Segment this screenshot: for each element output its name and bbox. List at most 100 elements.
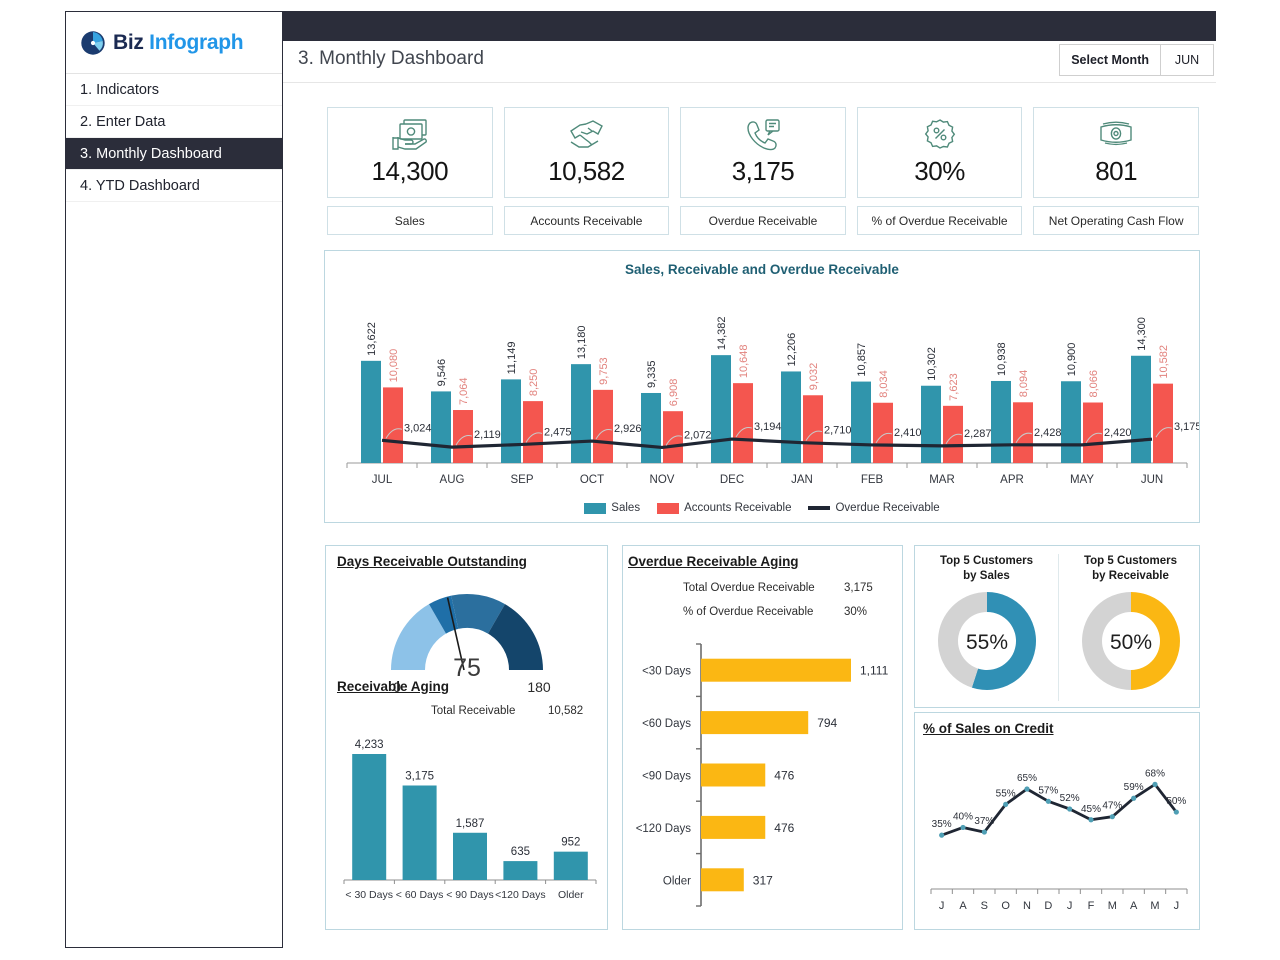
svg-text:35%: 35% [932,819,952,830]
kpi-overdue-receivable: 3,175 Overdue Receivable [680,107,846,241]
kpi-card: 10,582 [503,107,670,198]
legend-item-accounts-receivable: Accounts Receivable [657,502,791,514]
month-selector-value[interactable]: JUN [1161,45,1213,75]
svg-text:AUG: AUG [440,474,465,486]
svg-text:47%: 47% [1102,801,1122,812]
svg-text:2,410: 2,410 [894,427,922,439]
svg-text:476: 476 [774,769,794,783]
svg-text:476: 476 [774,821,794,835]
svg-text:2,428: 2,428 [1034,427,1062,439]
svg-text:4,233: 4,233 [355,739,384,751]
legend-swatch [808,506,831,510]
kpi-card: 3,175 [680,107,846,198]
svg-text:8,066: 8,066 [1088,370,1100,398]
svg-text:14,382: 14,382 [716,316,728,350]
svg-text:7,623: 7,623 [948,373,960,401]
svg-text:45%: 45% [1081,804,1101,815]
svg-text:6,908: 6,908 [668,379,680,407]
svg-text:1,587: 1,587 [456,818,485,830]
svg-text:8,250: 8,250 [528,369,540,397]
pct-overdue-value: 30% [844,606,868,618]
svg-text:JUL: JUL [372,474,393,486]
banknote-icon [1097,115,1135,155]
svg-text:8,094: 8,094 [1018,370,1030,398]
svg-text:SEP: SEP [510,474,533,486]
sidebar-item-enter-data[interactable]: 2. Enter Data [66,106,282,138]
sales-receivable-overdue-panel: Sales, Receivable and Overdue Receivable… [324,250,1200,523]
legend-item-overdue-receivable: Overdue Receivable [808,502,940,514]
donut-title-line1: Top 5 Customers [939,555,1034,567]
legend-swatch [657,502,680,514]
phone-invoice-icon [744,115,782,155]
svg-text:10,080: 10,080 [388,349,400,383]
donut-chart: 50% [1081,592,1180,690]
legend-swatch [584,502,607,514]
kpi-card: 801 [1033,107,1199,198]
pie-chart-logo-icon [81,30,105,55]
brand-name-part2: Infograph [149,30,244,54]
svg-text:57%: 57% [1038,785,1058,796]
kpi-label: % of Overdue Receivable [856,206,1023,235]
kpi-value: 14,300 [371,156,449,186]
svg-text:14,300: 14,300 [1136,317,1148,351]
svg-text:55%: 55% [996,788,1016,799]
svg-text:12,206: 12,206 [786,333,798,367]
svg-text:3,024: 3,024 [404,422,432,434]
svg-text:10,938: 10,938 [996,342,1008,376]
svg-text:3,175: 3,175 [405,770,434,782]
sidebar-item-label: 2. Enter Data [80,113,166,130]
overdue-aging-title: Overdue Receivable Aging [628,554,799,569]
sidebar-item-monthly-dashboard[interactable]: 3. Monthly Dashboard [66,138,282,170]
dro-title: Days Receivable Outstanding [337,554,527,569]
svg-text:S: S [981,900,988,912]
svg-text:10,857: 10,857 [856,343,868,377]
brand-name-part1: Biz [113,30,144,54]
svg-text:<120 Days: <120 Days [495,889,546,901]
overdue-aging-chart: 1,111 <30 Days 794 <60 Days 476 <90 Days 476 <1… [636,643,889,907]
svg-text:APR: APR [1000,474,1024,486]
svg-text:O: O [1001,900,1010,912]
kpi-label: Overdue Receivable [680,206,846,235]
kpi-value: 10,582 [548,156,625,186]
kpi-value: 3,175 [731,156,795,186]
page-title: 3. Monthly Dashboard [298,48,484,69]
pct-sales-on-credit-panel: % of Sales on Credit 35% J 40% A 37% S 55% O 65%… [914,712,1200,930]
days-receivable-outstanding-panel: Days Receivable Outstanding 75 0 180 Recei… [325,545,608,930]
donut-title: Top 5 Customers by Receivable [1084,554,1177,584]
overdue-receivable-aging-panel: Overdue Receivable Aging Total Overdue R… [622,545,903,930]
kpi-value: 30% [914,156,965,186]
svg-text:D: D [1044,900,1052,912]
donut-title: Top 5 Customers by Sales [940,554,1033,584]
svg-text:9,335: 9,335 [646,360,658,388]
total-overdue-value: 3,175 [844,582,873,594]
kpi-row: 14,300 Sales 10,582 Accounts Receivable [327,107,1199,241]
donut-title-line1: Top 5 Customers [1083,555,1178,567]
svg-text:13,180: 13,180 [576,325,588,359]
svg-text:< 30 Days: < 30 Days [345,889,393,901]
cash-in-hand-icon [391,115,429,155]
kpi-net-operating-cash-flow: 801 Net Operating Cash Flow [1033,107,1199,241]
month-selector[interactable]: Select Month JUN [1059,44,1214,76]
total-receivable-label: Total Receivable [431,705,516,717]
pct-sales-on-credit-title: % of Sales on Credit [923,721,1054,736]
legend-label: Accounts Receivable [684,502,792,514]
legend-label: Overdue Receivable [835,502,940,514]
sidebar-item-indicators[interactable]: 1. Indicators [66,74,282,106]
kpi-value: 801 [1095,156,1138,186]
sales-receivable-overdue-chart: 13,622 10,080 9,546 7,064 11,149 8,250 13,180 9… [346,316,1199,486]
svg-text:8,034: 8,034 [878,370,890,398]
top5-customers-panel: Top 5 Customers by Sales 55% Top 5 Custo… [914,545,1200,708]
svg-text:Older: Older [663,875,691,887]
donut-chart: 55% [937,592,1036,690]
legend-item-sales: Sales [584,502,640,514]
svg-text:10,582: 10,582 [1158,345,1170,379]
receivable-aging-chart: 4,233 < 30 Days 3,175 < 60 Days 1,587 < 90 Da… [343,739,597,901]
kpi-card: 30% [856,107,1023,198]
sidebar-item-ytd-dashboard[interactable]: 4. YTD Dashboard [66,170,282,202]
svg-text:65%: 65% [1017,773,1037,784]
donut-title-line2: by Sales [963,570,1010,582]
svg-text:9,546: 9,546 [436,359,448,387]
svg-text:635: 635 [511,846,530,858]
svg-text:2,072: 2,072 [684,429,712,441]
svg-text:59%: 59% [1124,782,1144,793]
